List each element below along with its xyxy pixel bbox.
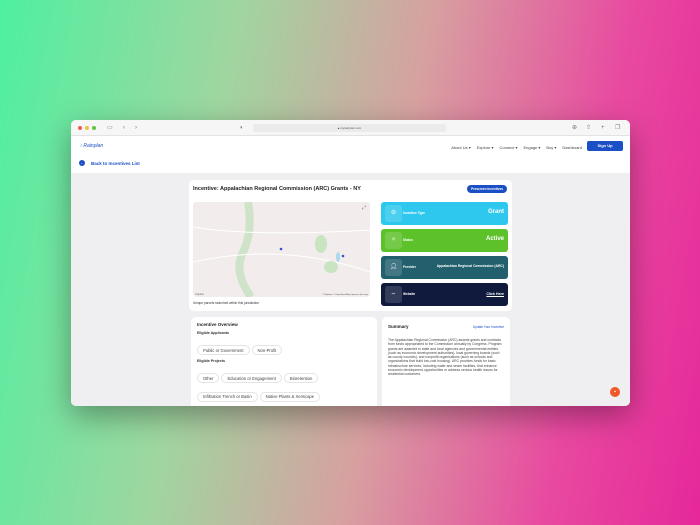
tile-label: Provider: [403, 265, 416, 269]
sign-up-button[interactable]: Sign Up: [587, 141, 623, 151]
project-chip: Education or Engagement: [221, 373, 282, 383]
applicants-label: Eligible Applicants: [197, 331, 230, 335]
link-icon: ⇔: [385, 286, 402, 303]
tabs-icon[interactable]: ❐: [615, 124, 620, 132]
tag-icon: ⊘: [385, 205, 402, 222]
tile-label: Incentive Type: [403, 211, 425, 215]
menu-about[interactable]: About Us ▾: [451, 145, 471, 150]
back-label: Back to Incentives List: [91, 160, 140, 166]
menu-explore[interactable]: Explore ▾: [477, 145, 494, 150]
summary-text: The Appalachian Regional Commission (ARC…: [388, 338, 502, 377]
overview-card: Incentive Overview Eligible Applicants P…: [191, 317, 377, 406]
menu-buy[interactable]: Buy ▾: [546, 145, 556, 150]
map[interactable]: ⤢ mapbox © Mapbox © OpenStreetMap Improv…: [193, 202, 370, 297]
back-icon[interactable]: ‹: [123, 124, 125, 132]
tile-value: Active: [485, 236, 504, 242]
map-canvas: [193, 202, 370, 297]
applicant-chip: Public or Government: [197, 345, 250, 355]
summary-card: Summary Update Your Incentive The Appala…: [382, 317, 510, 406]
project-chip: Other: [197, 373, 220, 383]
map-attribution[interactable]: © Mapbox © OpenStreetMap Improve this ma…: [322, 294, 368, 296]
logo[interactable]: 💧︎ Rainplan: [80, 143, 103, 149]
tile-status: ✧ Status Active: [381, 229, 508, 252]
tile-website: ⇔ Website Click Here: [381, 283, 508, 306]
arrow-left-icon: ←: [79, 160, 85, 166]
update-incentive-link[interactable]: Update Your Incentive: [473, 325, 504, 329]
tile-provider: 👤︎ Provider Appalachian Regional Commissio…: [381, 256, 508, 279]
menu-engage[interactable]: Engage ▾: [523, 145, 540, 150]
share-icon[interactable]: ⇧: [586, 124, 591, 132]
back-to-list-link[interactable]: ← Back to Incentives List: [79, 160, 140, 166]
tile-label: Status: [403, 238, 413, 242]
project-chip: Native Plants & Xeriscape: [259, 391, 321, 402]
sidebar-icon[interactable]: ▭: [107, 124, 113, 132]
browser-toolbar: ▭ ‹ › ◐ 🔒︎ myrainplan.com ⊕ ⇧ + ❐: [71, 120, 630, 136]
page-title: Incentive: Appalachian Regional Commissi…: [193, 186, 361, 192]
browser-window: ▭ ‹ › ◐ 🔒︎ myrainplan.com ⊕ ⇧ + ❐ 💧︎ Rai…: [71, 120, 630, 406]
map-caption: Unique parcels searched within this juri…: [193, 301, 260, 305]
zoom-button[interactable]: [92, 126, 96, 130]
projects-list: Other Education or Engagement Bioretention…: [197, 367, 371, 404]
menu-dashboard[interactable]: Dashboard: [562, 145, 582, 150]
download-icon[interactable]: ⊕: [572, 124, 577, 132]
user-icon: 👤︎: [385, 259, 402, 276]
minimize-button[interactable]: [85, 126, 89, 130]
tile-incentive-type: ⊘ Incentive Type Grant: [381, 202, 508, 225]
content-area: Incentive: Appalachian Regional Commissi…: [71, 173, 630, 406]
forward-icon[interactable]: ›: [135, 124, 137, 132]
site-header: 💧︎ Rainplan About Us ▾ Explore ▾ Connect…: [71, 136, 630, 173]
tile-label: Website: [403, 292, 416, 296]
projects-label: Eligible Projects: [197, 359, 225, 363]
expand-icon[interactable]: ⤢: [362, 205, 366, 211]
url-text: myrainplan.com: [340, 126, 362, 130]
project-chip: Infiltration Trench or Basin: [197, 391, 258, 402]
droplet-icon: 💧︎: [80, 143, 83, 149]
project-chip: Bioretention: [283, 373, 319, 383]
website-link[interactable]: Click Here: [486, 292, 504, 296]
new-tab-icon[interactable]: +: [601, 124, 605, 132]
chat-icon: ▪: [614, 389, 616, 395]
tile-value: Appalachian Regional Commission (ARC): [436, 264, 504, 268]
applicants-list: Public or Government Non-Profit: [197, 339, 371, 358]
overview-title: Incentive Overview: [197, 322, 238, 327]
shield-icon[interactable]: ◐: [240, 124, 244, 132]
main-menu: About Us ▾ Explore ▾ Connect ▾ Engage ▾ …: [451, 145, 582, 150]
prescreen-button[interactable]: Prescreen Incentives: [467, 185, 507, 193]
status-icon: ✧: [385, 232, 402, 249]
menu-connect[interactable]: Connect ▾: [499, 145, 517, 150]
applicant-chip: Non-Profit: [251, 345, 283, 355]
close-button[interactable]: [78, 126, 82, 130]
mapbox-logo: mapbox: [195, 293, 204, 296]
address-bar[interactable]: 🔒︎ myrainplan.com: [253, 124, 446, 132]
logo-text: Rainplan: [83, 143, 104, 149]
chat-button[interactable]: ▪: [610, 387, 620, 397]
tile-value: Grant: [487, 209, 504, 215]
incentive-card: Incentive: Appalachian Regional Commissi…: [189, 180, 512, 311]
